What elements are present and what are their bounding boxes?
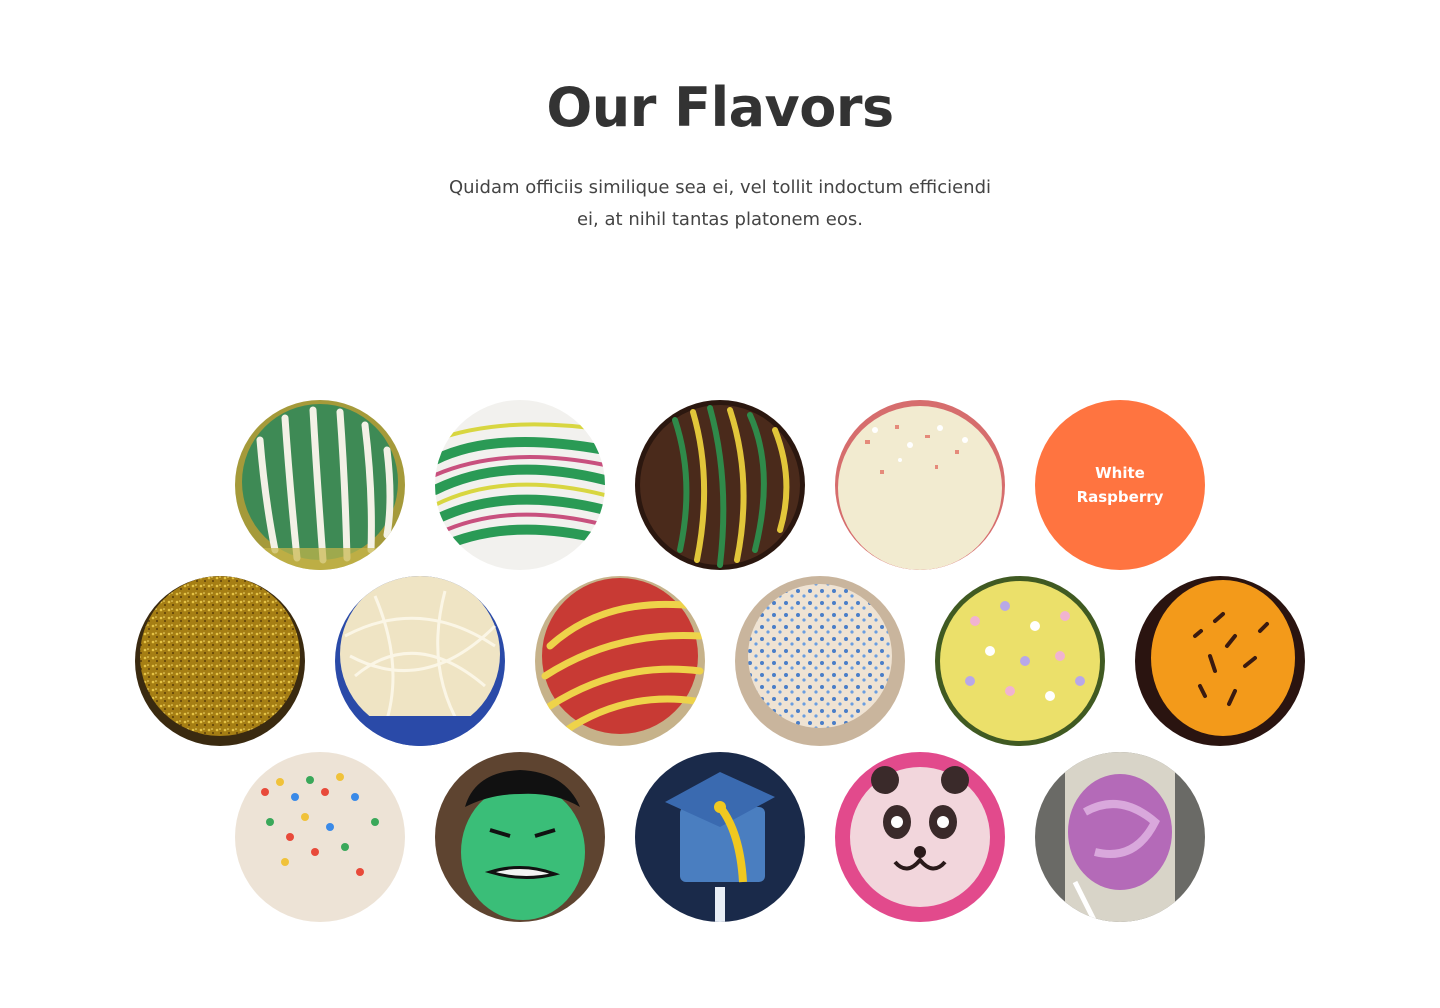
red-yellow-striped-cake-ball-icon bbox=[535, 576, 705, 746]
flavor-rainbow-sprinkle[interactable] bbox=[235, 752, 405, 922]
chocolate-green-yellow-striped-cake-ball-icon bbox=[635, 400, 805, 570]
flavor-white-sprinkled[interactable] bbox=[835, 400, 1005, 570]
orange-chocolate-sprinkle-cake-ball-icon bbox=[1135, 576, 1305, 746]
green-face-cake-pop-icon bbox=[435, 752, 605, 922]
flavor-gold-glitter[interactable] bbox=[135, 576, 305, 746]
flavor-pink-swirl-pop[interactable] bbox=[1035, 752, 1205, 922]
flavor-yellow-confetti[interactable] bbox=[935, 576, 1105, 746]
blue-sprinkle-cake-ball-icon bbox=[735, 576, 905, 746]
green-yellow-pink-striped-cake-ball-icon bbox=[435, 400, 605, 570]
panda-face-cake-pop-icon bbox=[835, 752, 1005, 922]
flavor-graduation-pop[interactable] bbox=[635, 752, 805, 922]
flavor-name-label: White Raspberry bbox=[1035, 400, 1205, 570]
flavor-orange-chocolate-sprinkle[interactable] bbox=[1135, 576, 1305, 746]
flavor-chocolate-green-yellow[interactable] bbox=[635, 400, 805, 570]
green-white-striped-cake-ball-icon bbox=[235, 400, 405, 570]
flavor-white-drizzle[interactable] bbox=[335, 576, 505, 746]
gold-glitter-cake-ball-icon bbox=[135, 576, 305, 746]
flavor-green-face-pop[interactable] bbox=[435, 752, 605, 922]
rainbow-sprinkle-cake-ball-icon bbox=[235, 752, 405, 922]
white-drizzle-cake-ball-icon bbox=[335, 576, 505, 746]
yellow-confetti-cake-ball-icon bbox=[935, 576, 1105, 746]
flavor-blue-sprinkle[interactable] bbox=[735, 576, 905, 746]
graduation-cap-cake-pop-icon bbox=[635, 752, 805, 922]
page-title: Our Flavors bbox=[546, 76, 894, 139]
flavor-green-white-striped[interactable] bbox=[235, 400, 405, 570]
white-sprinkled-cake-ball-icon bbox=[835, 400, 1005, 570]
flavor-panda-pop[interactable] bbox=[835, 752, 1005, 922]
pink-swirl-cake-pop-icon bbox=[1035, 752, 1205, 922]
flavor-white-raspberry[interactable]: White Raspberry bbox=[1035, 400, 1205, 570]
flavor-green-yellow-pink-striped[interactable] bbox=[435, 400, 605, 570]
flavor-red-yellow-striped[interactable] bbox=[535, 576, 705, 746]
section-description: Quidam officiis similique sea ei, vel to… bbox=[448, 177, 992, 230]
